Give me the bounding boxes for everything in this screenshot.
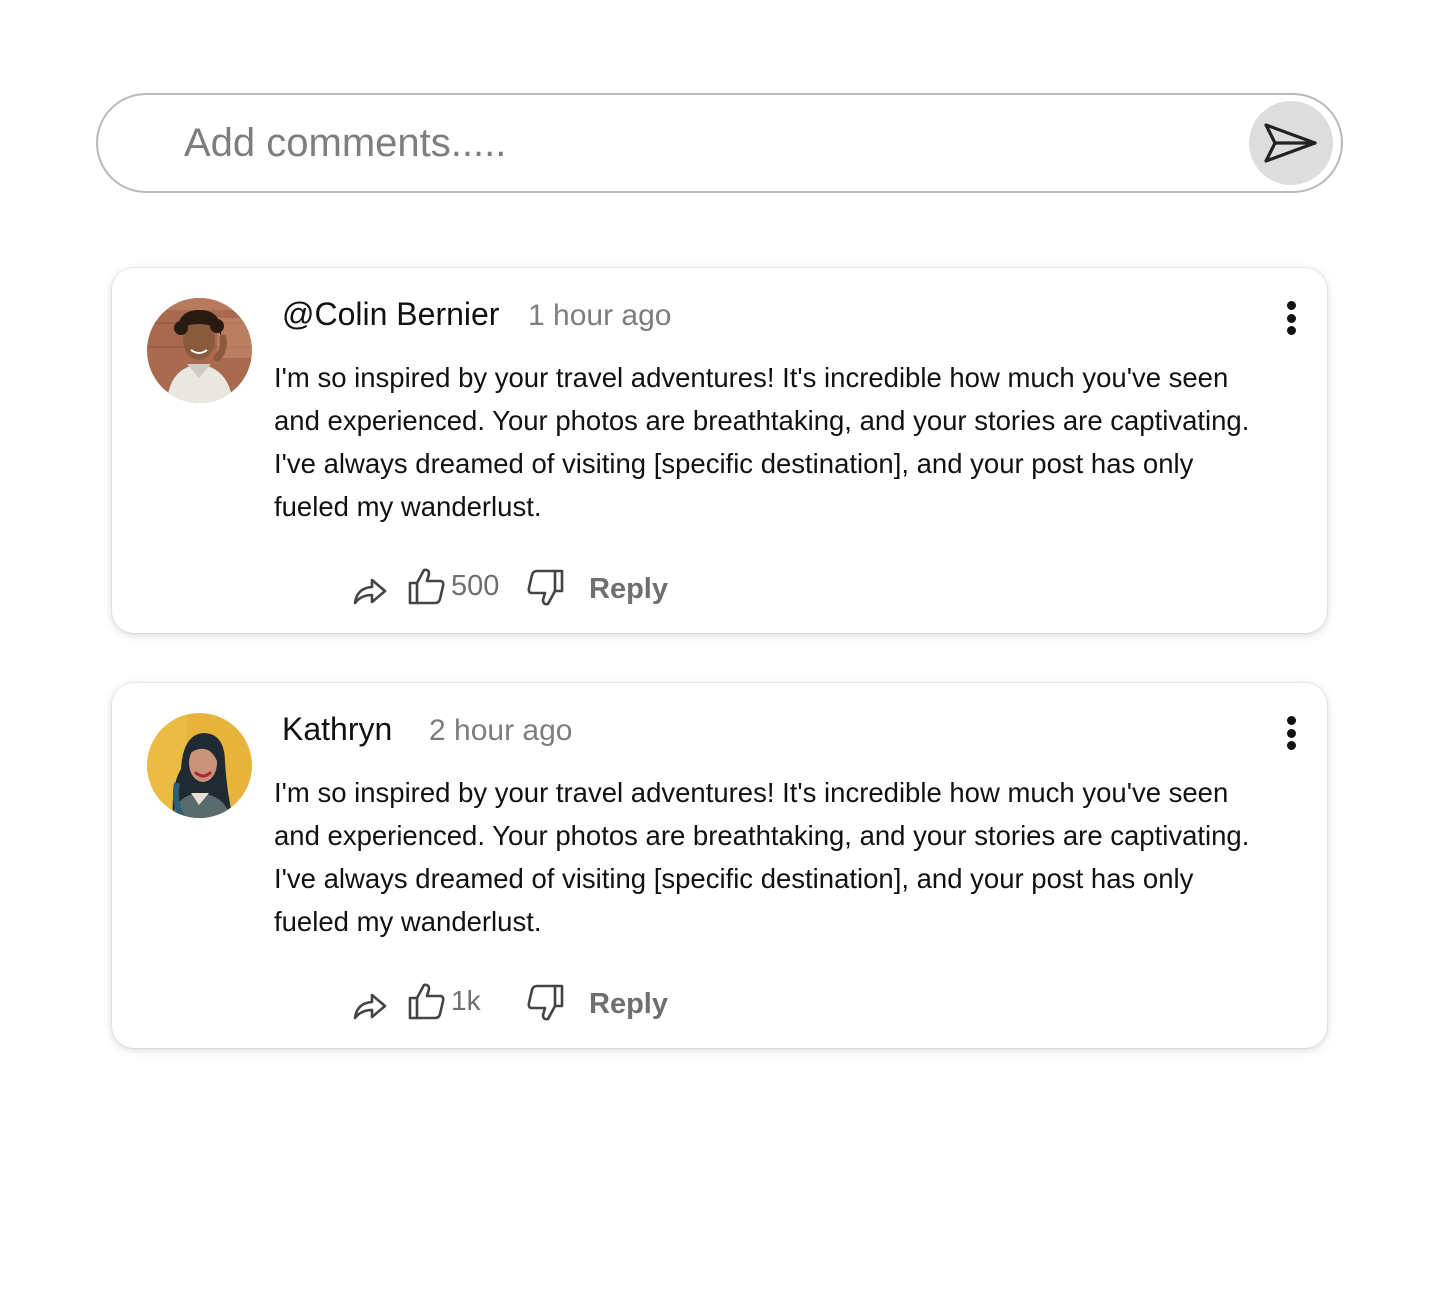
dislike-button[interactable] [525, 983, 565, 1023]
like-count: 500 [451, 569, 500, 602]
comment-actions: 1k Reply [112, 981, 1327, 1041]
send-button[interactable] [1249, 101, 1333, 185]
send-icon [1264, 123, 1317, 163]
like-count: 1k [451, 985, 481, 1016]
comment-text: I'm so inspired by your travel adventure… [274, 777, 1250, 937]
comment-text: I'm so inspired by your travel adventure… [274, 362, 1250, 522]
share-icon [353, 578, 387, 605]
more-options-button[interactable] [1275, 711, 1307, 755]
more-vertical-icon [1286, 301, 1296, 310]
dislike-button[interactable] [525, 568, 565, 608]
comment-author[interactable]: Kathryn [282, 711, 392, 748]
more-options-button[interactable] [1275, 296, 1307, 340]
comment-input[interactable] [184, 115, 1234, 171]
thumbs-up-icon [408, 983, 445, 1020]
thumbs-down-icon [527, 569, 564, 606]
avatar[interactable] [147, 298, 252, 403]
avatar[interactable] [147, 713, 252, 818]
reply-button[interactable]: Reply [589, 988, 668, 1021]
comment-card: @Colin Bernier 1 hour ago I'm so inspire… [112, 268, 1327, 633]
like-button[interactable]: 500 [407, 566, 499, 606]
reply-button[interactable]: Reply [589, 573, 668, 606]
like-button[interactable]: 1k [407, 981, 481, 1021]
thumbs-down-icon [527, 984, 564, 1021]
share-button[interactable] [352, 574, 388, 606]
thumbs-up-icon [408, 568, 445, 605]
comment-card: Kathryn 2 hour ago I'm so inspired by yo… [112, 683, 1327, 1048]
comment-author[interactable]: @Colin Bernier [282, 296, 499, 333]
comment-timestamp: 1 hour ago [528, 299, 672, 332]
share-button[interactable] [352, 989, 388, 1021]
comment-composer [96, 93, 1343, 193]
comment-actions: 500 Reply [112, 566, 1327, 626]
more-vertical-icon [1286, 716, 1296, 725]
comment-timestamp: 2 hour ago [429, 714, 573, 747]
share-icon [353, 993, 387, 1020]
